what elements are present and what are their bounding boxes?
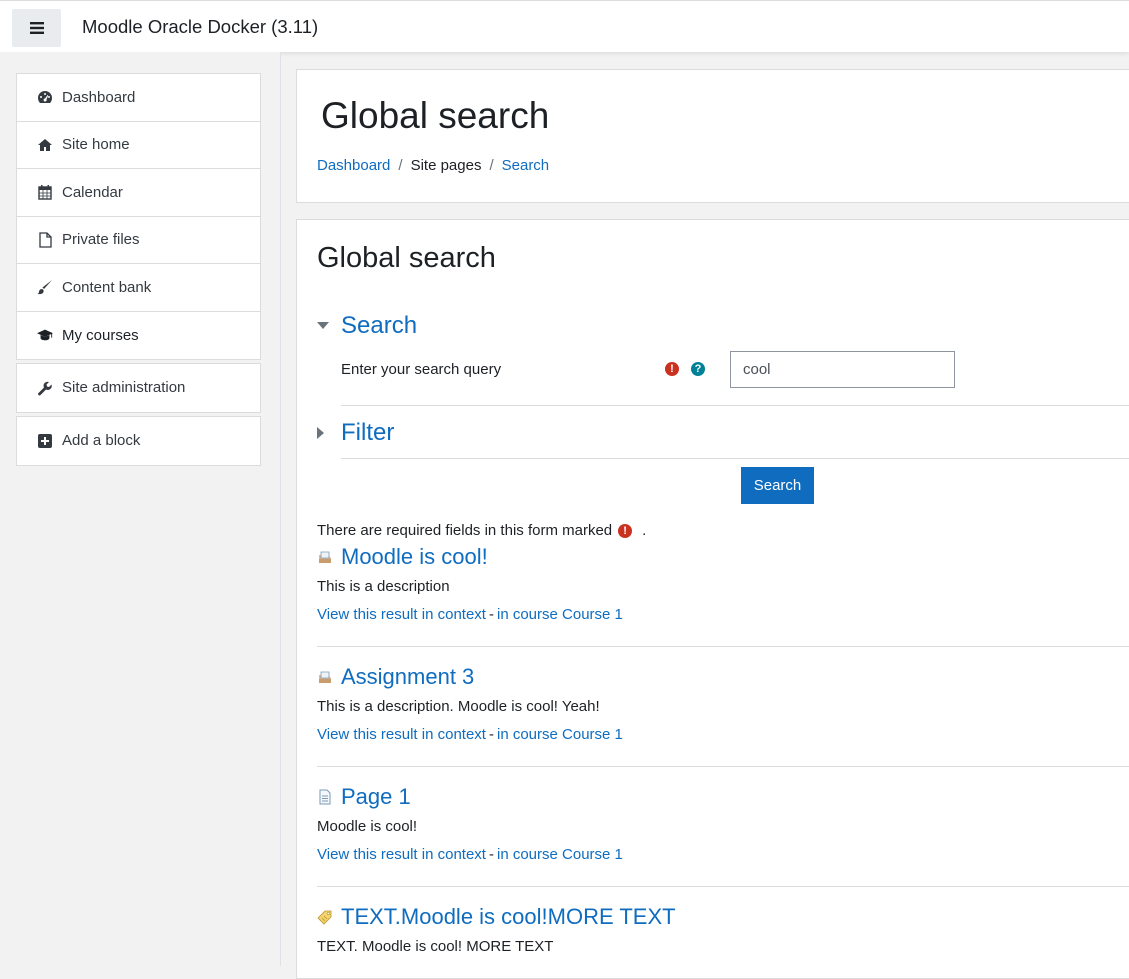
wrench-icon (37, 380, 53, 396)
divider (341, 405, 1129, 406)
page-header: Global search Dashboard / Site pages / S… (296, 69, 1129, 203)
result-title-link[interactable]: TEXT.Moodle is cool!MORE TEXT (341, 904, 676, 930)
assignment-icon (319, 551, 331, 563)
nav-item-label: Add a block (62, 432, 141, 450)
nav-group-main: Dashboard Site home Calendar Private fil… (16, 73, 261, 360)
nav-item-content-bank[interactable]: Content bank (17, 264, 260, 312)
nav-item-private-files[interactable]: Private files (17, 217, 260, 264)
nav-group-block: Add a block (16, 416, 261, 466)
breadcrumb-separator: / (489, 157, 494, 174)
view-in-context-link[interactable]: View this result in context (317, 606, 486, 623)
breadcrumb-dashboard[interactable]: Dashboard (317, 157, 390, 174)
page-title: Global search (321, 95, 550, 136)
result-description: This is a description. Moodle is cool! Y… (317, 698, 600, 715)
drawer-toggle-button[interactable] (12, 9, 61, 47)
result-separator: - (488, 846, 494, 863)
divider (317, 886, 1129, 887)
nav-item-calendar[interactable]: Calendar (17, 169, 260, 217)
result-title-link[interactable]: Moodle is cool! (341, 544, 488, 570)
nav-item-label: My courses (62, 326, 139, 344)
nav-item-label: Site home (62, 136, 130, 154)
required-icon: ! (618, 523, 633, 538)
nav-item-label: Content bank (62, 278, 152, 296)
nav-item-site-administration[interactable]: Site administration (17, 364, 260, 412)
filter-section-legend: Filter (341, 419, 395, 446)
label-icon (317, 910, 332, 925)
nav-item-label: Dashboard (62, 88, 136, 106)
top-navbar: Moodle Oracle Docker (3.11) (0, 0, 1129, 52)
result-title-link[interactable]: Page 1 (341, 784, 411, 810)
search-input[interactable] (730, 351, 955, 388)
course-link[interactable]: in course Course 1 (497, 606, 623, 623)
nav-item-my-courses[interactable]: My courses (17, 312, 260, 360)
search-button[interactable]: Search (741, 467, 814, 504)
result-description: Moodle is cool! (317, 818, 418, 835)
nav-group-admin: Site administration (16, 363, 261, 413)
search-query-label: Enter your search query (341, 361, 502, 378)
search-result: Page 1 Moodle is cool! View this result … (317, 783, 1129, 863)
search-result: TEXT.Moodle is cool!MORE TEXT TEXT. Mood… (317, 903, 1129, 955)
result-separator: - (488, 726, 494, 743)
search-result: Assignment 3 This is a description. Mood… (317, 663, 1129, 743)
result-description: TEXT. Moodle is cool! MORE TEXT (317, 938, 554, 955)
nav-item-dashboard[interactable]: Dashboard (17, 74, 260, 122)
breadcrumb-separator: / (398, 157, 403, 174)
hamburger-icon (29, 22, 44, 34)
content-heading: Global search (317, 242, 496, 274)
filter-section-toggle[interactable]: Filter (317, 419, 394, 447)
nav-item-add-block[interactable]: Add a block (17, 417, 260, 465)
course-link[interactable]: in course Course 1 (497, 726, 623, 743)
caret-right-icon (317, 427, 341, 439)
caret-down-icon (317, 322, 341, 330)
required-icon: ! (665, 362, 679, 376)
search-section-toggle[interactable]: Search (317, 312, 417, 340)
site-name-link[interactable]: Moodle Oracle Docker (3.11) (82, 16, 318, 38)
view-in-context-link[interactable]: View this result in context (317, 726, 486, 743)
result-title-link[interactable]: Assignment 3 (341, 664, 474, 690)
required-note-period: . (642, 522, 647, 539)
divider (317, 646, 1129, 647)
file-icon (37, 232, 53, 248)
divider (317, 766, 1129, 767)
divider (341, 458, 1129, 459)
main-content: Global search Search Enter your search q… (296, 219, 1129, 979)
paintbrush-icon (37, 279, 53, 295)
search-result: Moodle is cool! This is a description Vi… (317, 543, 1129, 623)
nav-drawer: Dashboard Site home Calendar Private fil… (0, 52, 281, 966)
course-link[interactable]: in course Course 1 (497, 846, 623, 863)
breadcrumb-site-pages: Site pages (410, 157, 482, 174)
view-in-context-link[interactable]: View this result in context (317, 846, 486, 863)
result-separator: - (488, 606, 494, 623)
assignment-icon (319, 671, 331, 683)
breadcrumb-search[interactable]: Search (502, 157, 550, 174)
help-icon[interactable]: ? (691, 362, 705, 376)
search-section-legend: Search (341, 312, 418, 339)
breadcrumb: Dashboard / Site pages / Search (317, 157, 549, 174)
calendar-icon (37, 184, 53, 200)
nav-item-label: Calendar (62, 183, 123, 201)
nav-item-site-home[interactable]: Site home (17, 122, 260, 169)
result-description: This is a description (317, 578, 450, 595)
required-note-text: There are required fields in this form m… (317, 522, 613, 539)
nav-item-label: Private files (62, 231, 140, 249)
nav-item-label: Site administration (62, 379, 186, 397)
plus-square-icon (37, 433, 53, 449)
required-fields-note: There are required fields in this form m… (317, 522, 646, 539)
dashboard-icon (37, 89, 53, 105)
page-icon (319, 789, 331, 805)
home-icon (37, 137, 53, 153)
graduation-cap-icon (37, 327, 53, 343)
